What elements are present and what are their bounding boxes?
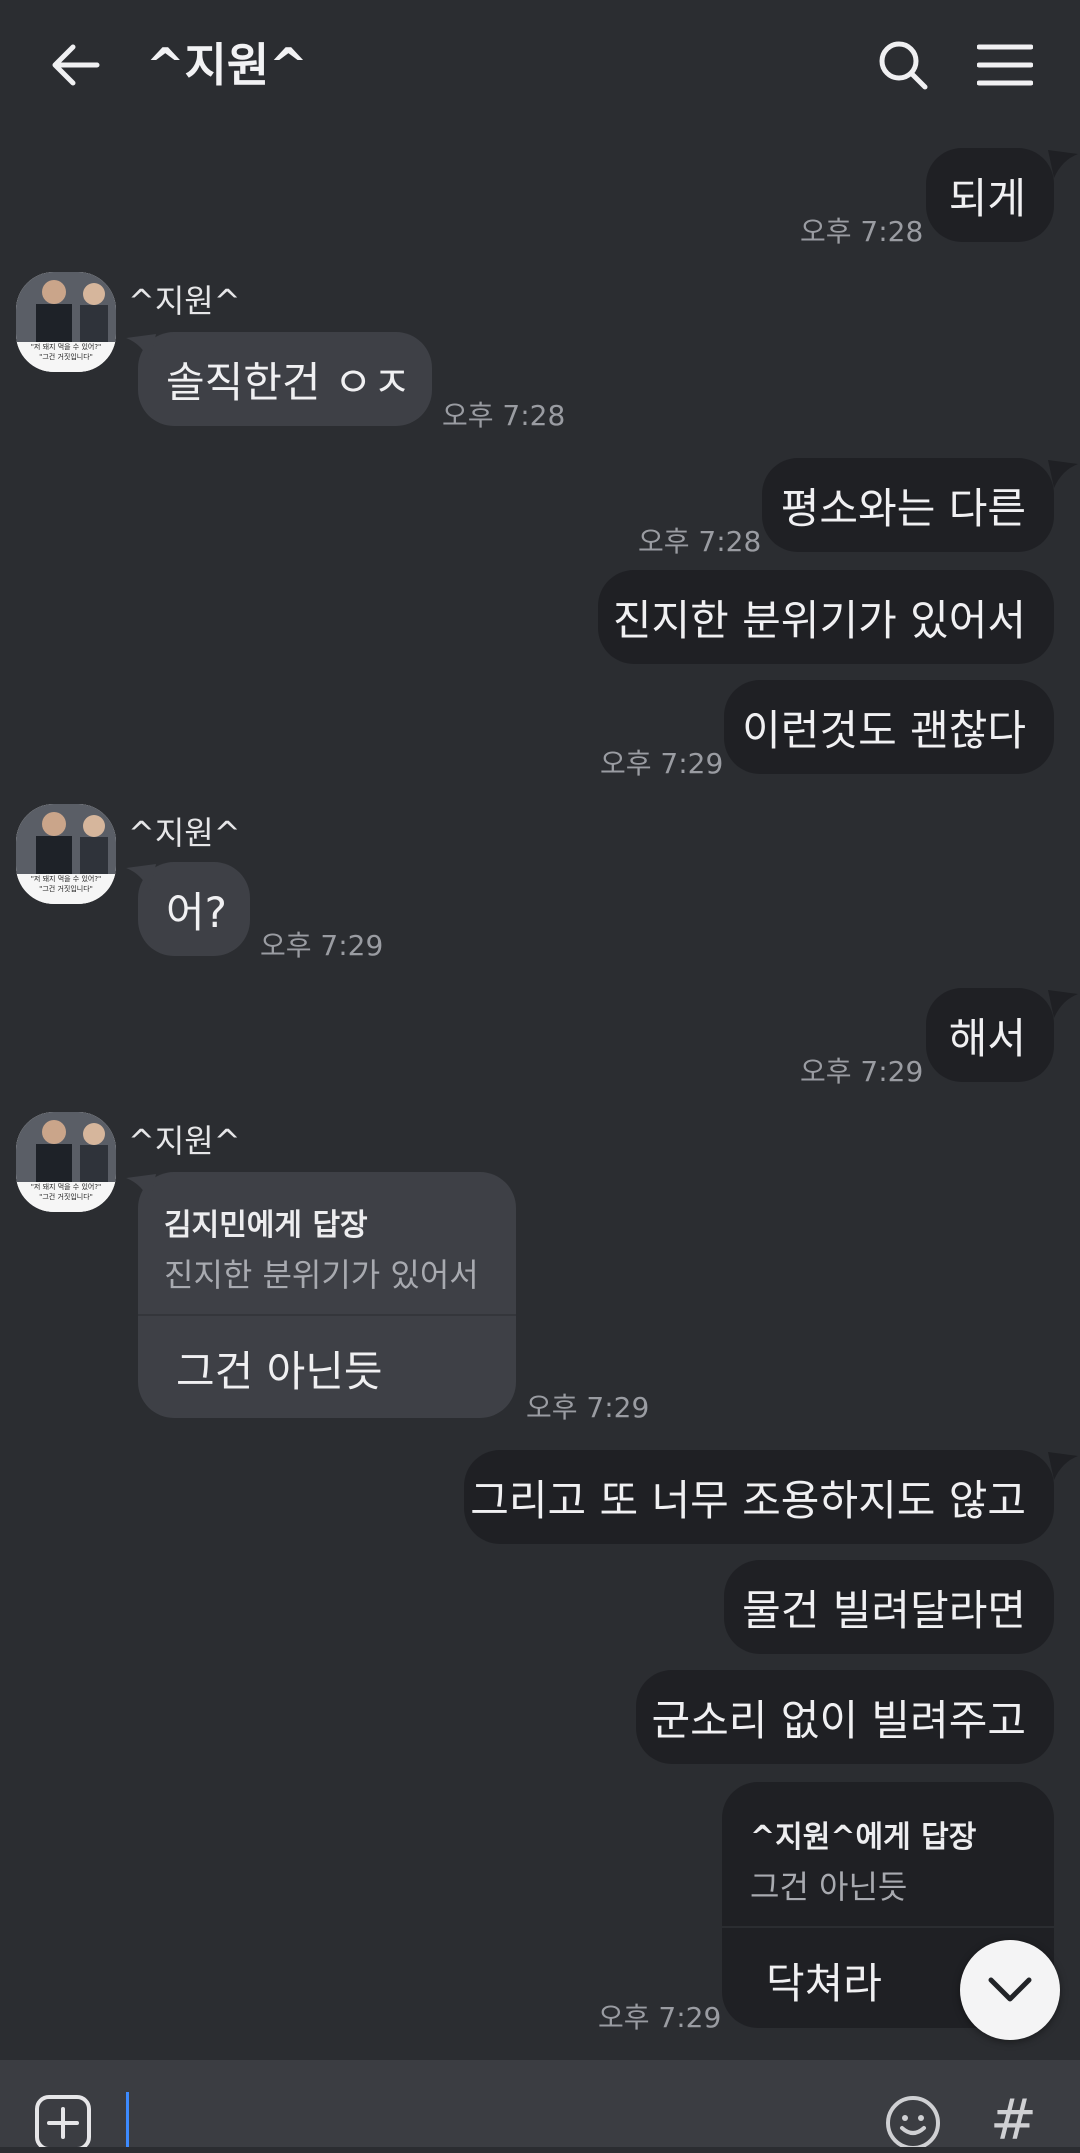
message-text: 평소와는 다른	[780, 483, 1026, 533]
chevron-down-icon	[988, 1977, 1032, 2002]
hashtag-button[interactable]: #	[990, 2093, 1048, 2149]
outgoing-message[interactable]: 그리고 또 너무 조용하지도 않고	[464, 1450, 1054, 1544]
reply-quote-block[interactable]: ^지원^에게 답장 그건 아닌듯	[722, 1782, 1054, 1926]
avatar-caption-line: "그건 거짓입니다"	[39, 885, 93, 893]
attach-button[interactable]	[34, 2094, 92, 2151]
add-plus-icon	[35, 2095, 91, 2151]
back-button[interactable]	[40, 30, 110, 100]
avatar-caption-line: "저 돼지 먹을 수 있어?"	[30, 1183, 102, 1191]
outgoing-message[interactable]: 평소와는 다른	[762, 458, 1054, 552]
text-input-cursor[interactable]	[126, 2092, 129, 2147]
bubble-tail	[126, 864, 156, 892]
bubble-tail	[126, 334, 156, 362]
search-button[interactable]	[868, 30, 938, 100]
avatar[interactable]: "저 돼지 먹을 수 있어?" "그건 거짓입니다"	[16, 272, 116, 372]
message-time: 오후 7:29	[600, 747, 724, 780]
message-text: 그리고 또 너무 조용하지도 않고	[470, 1475, 1026, 1525]
bubble-tail	[1048, 1452, 1078, 1480]
message-text: 해서	[948, 1013, 1026, 1063]
message-text: 물건 빌려달라면	[742, 1585, 1026, 1635]
message-time: 오후 7:28	[442, 399, 566, 432]
reply-target: ^지원^에게 답장	[750, 1820, 977, 1855]
avatar-caption-line: "그건 거짓입니다"	[39, 1193, 93, 1201]
message-text: 이런것도 괜찮다	[742, 705, 1026, 755]
message-text: 되게	[948, 173, 1026, 223]
emoji-button[interactable]	[884, 2094, 942, 2150]
message-time: 오후 7:28	[800, 215, 924, 248]
reply-target: 김지민에게 답장	[164, 1208, 368, 1243]
bubble-tail	[1048, 990, 1078, 1018]
bubble-tail	[1048, 150, 1078, 178]
reply-quote-block[interactable]: 김지민에게 답장 진지한 분위기가 있어서	[138, 1172, 516, 1314]
sender-name: ^지원^	[128, 1122, 241, 1160]
scroll-to-bottom-button[interactable]	[960, 1940, 1060, 2040]
avatar[interactable]: "저 돼지 먹을 수 있어?" "그건 거짓입니다"	[16, 804, 116, 904]
avatar[interactable]: "저 돼지 먹을 수 있어?" "그건 거짓입니다"	[16, 1112, 116, 1212]
message-time: 오후 7:28	[638, 525, 762, 558]
outgoing-message[interactable]: 해서	[926, 988, 1054, 1082]
avatar-caption-line: "저 돼지 먹을 수 있어?"	[30, 343, 102, 351]
hamburger-menu-icon	[977, 44, 1033, 86]
chat-header: ^지원^	[0, 0, 1080, 130]
arrow-left-icon	[52, 44, 100, 86]
message-time: 오후 7:29	[598, 2001, 722, 2034]
sender-name: ^지원^	[128, 282, 241, 320]
avatar-caption-line: "그건 거짓입니다"	[39, 353, 93, 361]
incoming-reply-message[interactable]: 김지민에게 답장 진지한 분위기가 있어서 그건 아닌듯	[138, 1172, 516, 1418]
reply-quote-text: 진지한 분위기가 있어서	[164, 1256, 479, 1294]
message-text: 진지한 분위기가 있어서	[612, 595, 1026, 645]
message-time: 오후 7:29	[260, 929, 384, 962]
message-time: 오후 7:29	[526, 1391, 650, 1424]
outgoing-message[interactable]: 되게	[926, 148, 1054, 242]
bubble-tail	[1048, 460, 1078, 488]
bubble-tail	[126, 1174, 156, 1202]
message-text: 솔직한건 ㅇㅈ	[166, 357, 412, 407]
outgoing-message[interactable]: 이런것도 괜찮다	[724, 680, 1054, 774]
incoming-message[interactable]: 솔직한건 ㅇㅈ	[138, 332, 432, 426]
outgoing-message[interactable]: 군소리 없이 빌려주고	[636, 1670, 1054, 1764]
message-text: 그건 아닌듯	[176, 1347, 383, 1396]
chat-title: ^지원^	[146, 38, 308, 92]
search-icon	[879, 41, 928, 90]
message-text: 군소리 없이 빌려주고	[651, 1695, 1026, 1745]
sender-name: ^지원^	[128, 814, 241, 852]
reply-quote-text: 그건 아닌듯	[750, 1868, 908, 1906]
emoji-icon	[886, 2096, 940, 2150]
outgoing-message[interactable]: 진지한 분위기가 있어서	[598, 570, 1054, 664]
menu-button[interactable]	[970, 30, 1040, 100]
message-text: 어?	[166, 887, 227, 937]
message-time: 오후 7:29	[800, 1055, 924, 1088]
outgoing-message[interactable]: 물건 빌려달라면	[724, 1560, 1054, 1654]
avatar-caption-line: "저 돼지 먹을 수 있어?"	[30, 875, 102, 883]
